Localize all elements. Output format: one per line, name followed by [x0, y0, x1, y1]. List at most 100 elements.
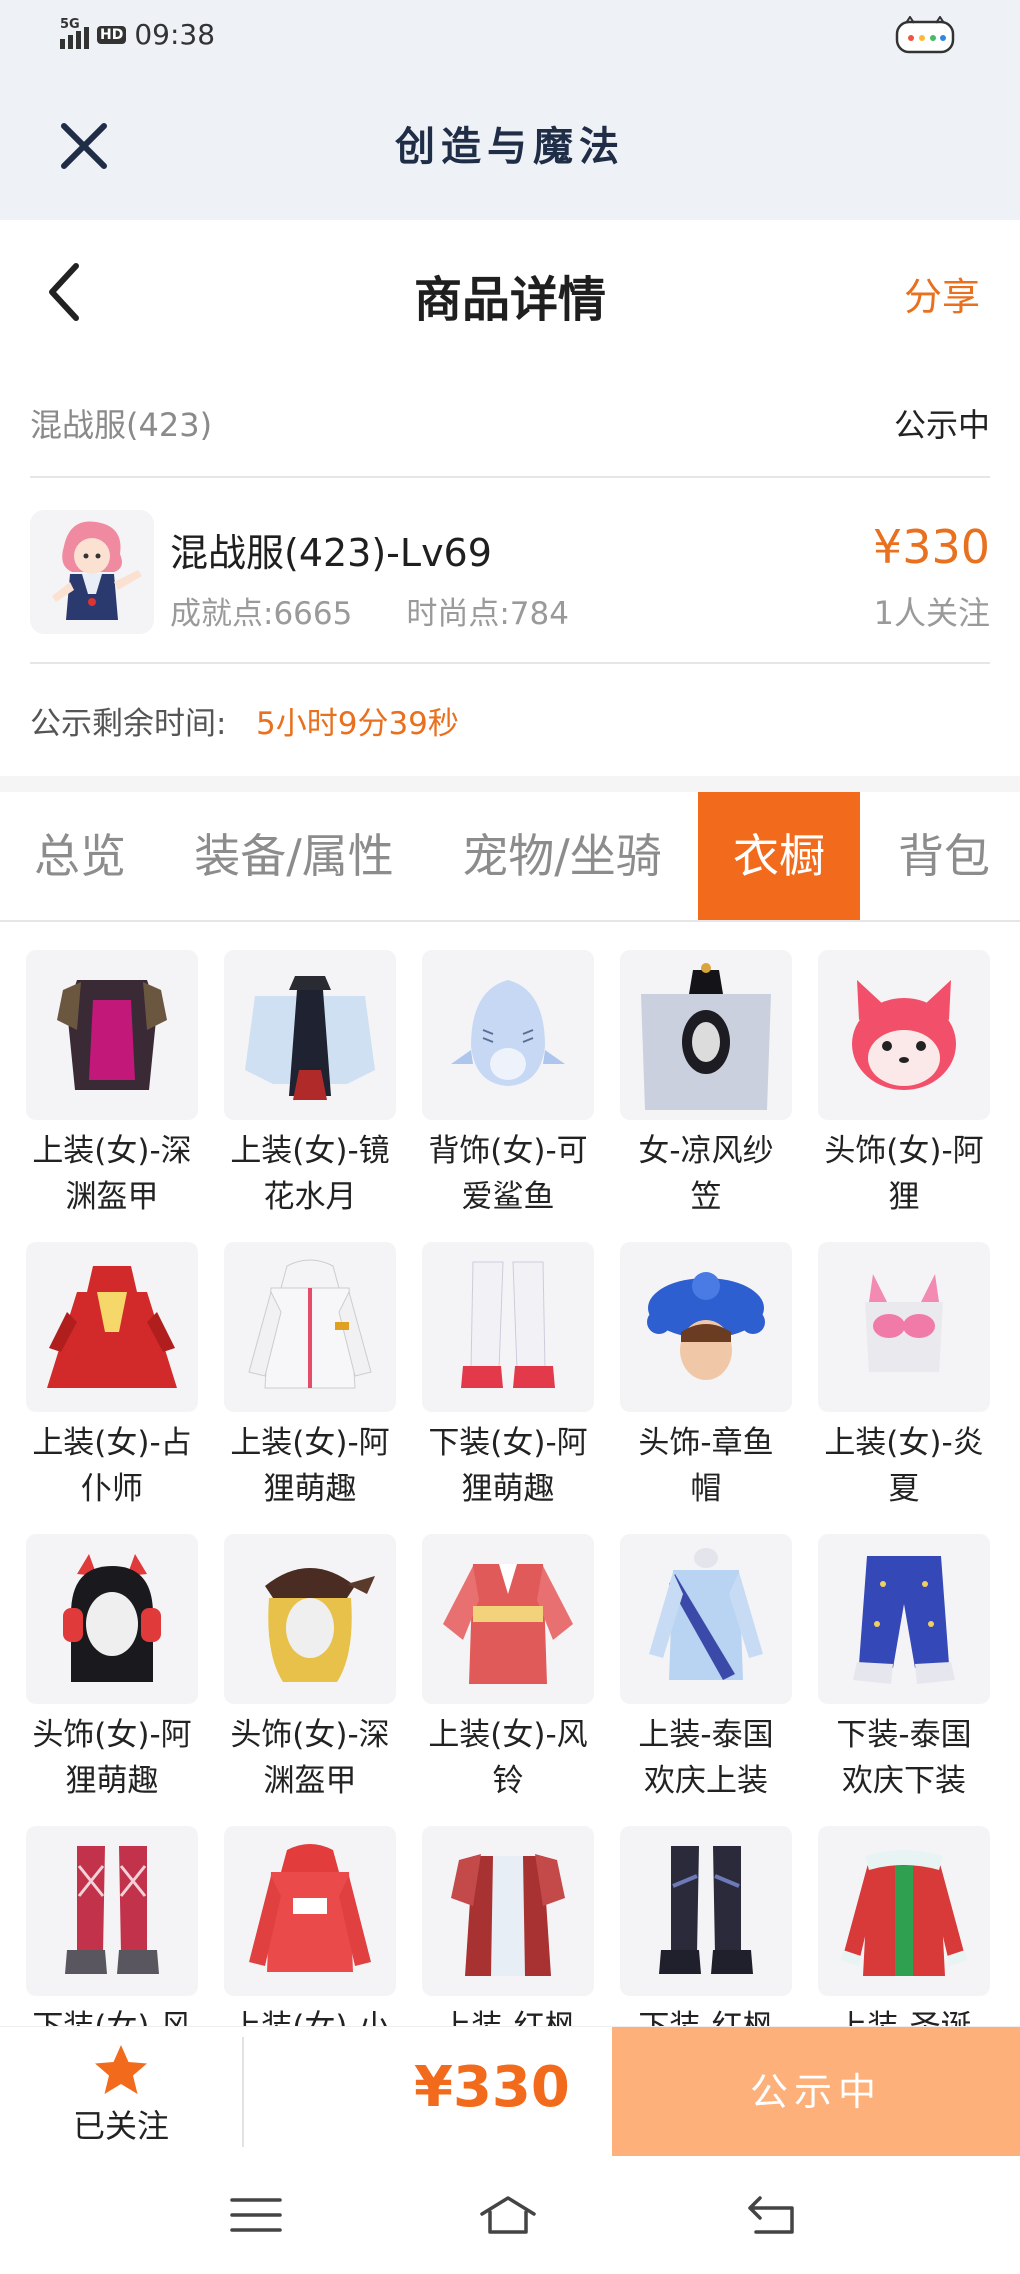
item-label: 头饰(女)-深 渊盔甲	[230, 1717, 390, 1799]
follow-button[interactable]: 已关注	[0, 2027, 242, 2157]
item-thumbnail	[26, 1534, 198, 1704]
clock: 09:38	[134, 18, 216, 51]
signal-icon: 5G	[60, 17, 89, 49]
dark-boots-icon	[659, 1846, 753, 1974]
bottom-price: ¥330	[414, 2055, 570, 2120]
wardrobe-item[interactable]: 女-凉风纱笠	[620, 950, 792, 1220]
wardrobe-item[interactable]: 上装(女)-小	[224, 1826, 396, 2026]
wardrobe-item[interactable]: 背饰(女)-可 爱鲨鱼	[422, 950, 594, 1220]
headphones-icon	[63, 1554, 161, 1682]
red-boots-icon	[65, 1846, 159, 1974]
action-bar: 已关注 ¥330 公示中	[0, 2026, 1020, 2157]
share-link[interactable]: 分享	[904, 266, 980, 321]
item-label: 头饰(女)-阿狸	[824, 1133, 984, 1215]
fashion-points: 时尚点:784	[406, 596, 569, 632]
item-thumbnail	[422, 1826, 594, 1996]
item-label: 下装-泰国 欢庆下装	[836, 1717, 972, 1799]
tab-pets[interactable]: 宠物/坐骑	[440, 792, 684, 920]
battery-icon	[895, 16, 955, 54]
divider	[242, 2037, 244, 2147]
item-thumbnail	[26, 950, 198, 1120]
character-row[interactable]: 混战服(423)-Lv69 成就点:6665 时尚点:784 ¥330 1人关注	[30, 480, 990, 664]
wardrobe-item[interactable]: 上装-红枫	[422, 1826, 594, 2026]
home-icon[interactable]	[478, 2192, 538, 2238]
item-label: 上装(女)-占 仆师	[32, 1425, 192, 1507]
thai-pants-icon	[853, 1556, 955, 1684]
christmas-coat-icon	[841, 1850, 967, 1976]
tab-wardrobe[interactable]: 衣橱	[698, 792, 860, 920]
wardrobe-item[interactable]: 上装(女)-风铃	[422, 1534, 594, 1804]
item-thumbnail	[818, 1826, 990, 1996]
wardrobe-item[interactable]: 上装(女)-占 仆师	[26, 1242, 198, 1512]
white-boots-icon	[461, 1261, 555, 1388]
wardrobe-item[interactable]: 下装(女)-阿 狸萌趣	[422, 1242, 594, 1512]
item-thumbnail	[620, 1826, 792, 1996]
wardrobe-item[interactable]: 上装(女)-深 渊盔甲	[26, 950, 198, 1220]
item-label: 上装(女)-风铃	[428, 1717, 588, 1799]
wardrobe-item[interactable]: 头饰(女)-阿 狸萌趣	[26, 1534, 198, 1804]
system-nav-bar	[0, 2156, 1020, 2274]
red-armor-icon	[451, 1854, 565, 1976]
countdown-row: 公示剩余时间: 5小时9分39秒	[30, 664, 990, 776]
item-thumbnail	[620, 1534, 792, 1704]
item-thumbnail	[422, 950, 594, 1120]
item-label: 背饰(女)-可 爱鲨鱼	[428, 1133, 588, 1215]
item-label: 上装-红枫	[422, 2004, 594, 2026]
follow-label: 已关注	[72, 2107, 169, 2145]
item-label: 上装(女)-小	[224, 2004, 396, 2026]
item-thumbnail	[224, 1826, 396, 1996]
octopus-hat-icon	[647, 1272, 765, 1380]
listing-status: 公示中	[893, 406, 990, 444]
item-label: 上装(女)-深 渊盔甲	[32, 1133, 192, 1215]
character-stats: 成就点:6665 时尚点:784	[170, 588, 569, 633]
webview-header: 创造与魔法	[0, 76, 1020, 220]
item-label: 女-凉风纱笠	[638, 1133, 774, 1215]
avatar	[30, 510, 154, 634]
fox-head-icon	[852, 980, 956, 1090]
back-nav-icon[interactable]	[744, 2192, 804, 2238]
dark-armor-icon	[57, 980, 167, 1090]
wardrobe-item[interactable]: 上装-泰国 欢庆上装	[620, 1534, 792, 1804]
thai-top-icon	[649, 1548, 763, 1680]
wardrobe-item[interactable]: 上装(女)-炎夏	[818, 1242, 990, 1512]
wardrobe-item[interactable]: 下装(女)-风铃	[26, 1826, 198, 2026]
menu-icon[interactable]	[226, 2192, 286, 2238]
item-thumbnail	[620, 950, 792, 1120]
wardrobe-item[interactable]: 头饰(女)-深 渊盔甲	[224, 1534, 396, 1804]
item-thumbnail	[422, 1534, 594, 1704]
item-thumbnail	[422, 1242, 594, 1412]
blue-robe-icon	[245, 976, 375, 1100]
wardrobe-item[interactable]: 上装(女)-镜 花水月	[224, 950, 396, 1220]
server-name: 混战服(423)	[30, 406, 213, 444]
tab-bar: 总览 装备/属性 宠物/坐骑 衣橱 背包	[0, 792, 1020, 922]
network-type: 5G	[60, 16, 80, 32]
listing-price: ¥330	[872, 520, 990, 574]
page-nav: 商品详情 分享	[0, 220, 1020, 360]
kimono-icon	[443, 1564, 573, 1684]
item-thumbnail	[818, 1242, 990, 1412]
hd-badge: HD	[97, 25, 127, 44]
tab-equipment[interactable]: 装备/属性	[172, 792, 416, 920]
status-bar: 5G HD 09:38	[0, 0, 1020, 76]
item-label: 上装-圣诞	[818, 2004, 990, 2026]
wardrobe-item[interactable]: 上装(女)-阿 狸萌趣	[224, 1242, 396, 1512]
item-thumbnail	[26, 1826, 198, 1996]
shark-icon	[451, 980, 565, 1086]
item-thumbnail	[224, 1534, 396, 1704]
blonde-hair-icon	[265, 1568, 375, 1682]
item-label: 下装(女)-阿 狸萌趣	[428, 1425, 588, 1507]
character-name: 混战服(423)-Lv69	[170, 531, 492, 575]
item-thumbnail	[224, 1242, 396, 1412]
public-notice-button[interactable]: 公示中	[612, 2027, 1020, 2157]
wardrobe-item[interactable]: 上装-圣诞	[818, 1826, 990, 2026]
tab-overview[interactable]: 总览	[0, 792, 160, 920]
follower-count: 1人关注	[873, 594, 990, 632]
countdown-value: 5小时9分39秒	[256, 706, 459, 742]
tab-bag[interactable]: 背包	[868, 792, 1020, 920]
wardrobe-item[interactable]: 头饰-章鱼帽	[620, 1242, 792, 1512]
status-left: 5G HD 09:38	[60, 17, 216, 51]
wardrobe-item[interactable]: 下装-泰国 欢庆下装	[818, 1534, 990, 1804]
item-label: 上装(女)-炎夏	[824, 1425, 984, 1507]
wardrobe-item[interactable]: 下装-红枫	[620, 1826, 792, 2026]
wardrobe-item[interactable]: 头饰(女)-阿狸	[818, 950, 990, 1220]
